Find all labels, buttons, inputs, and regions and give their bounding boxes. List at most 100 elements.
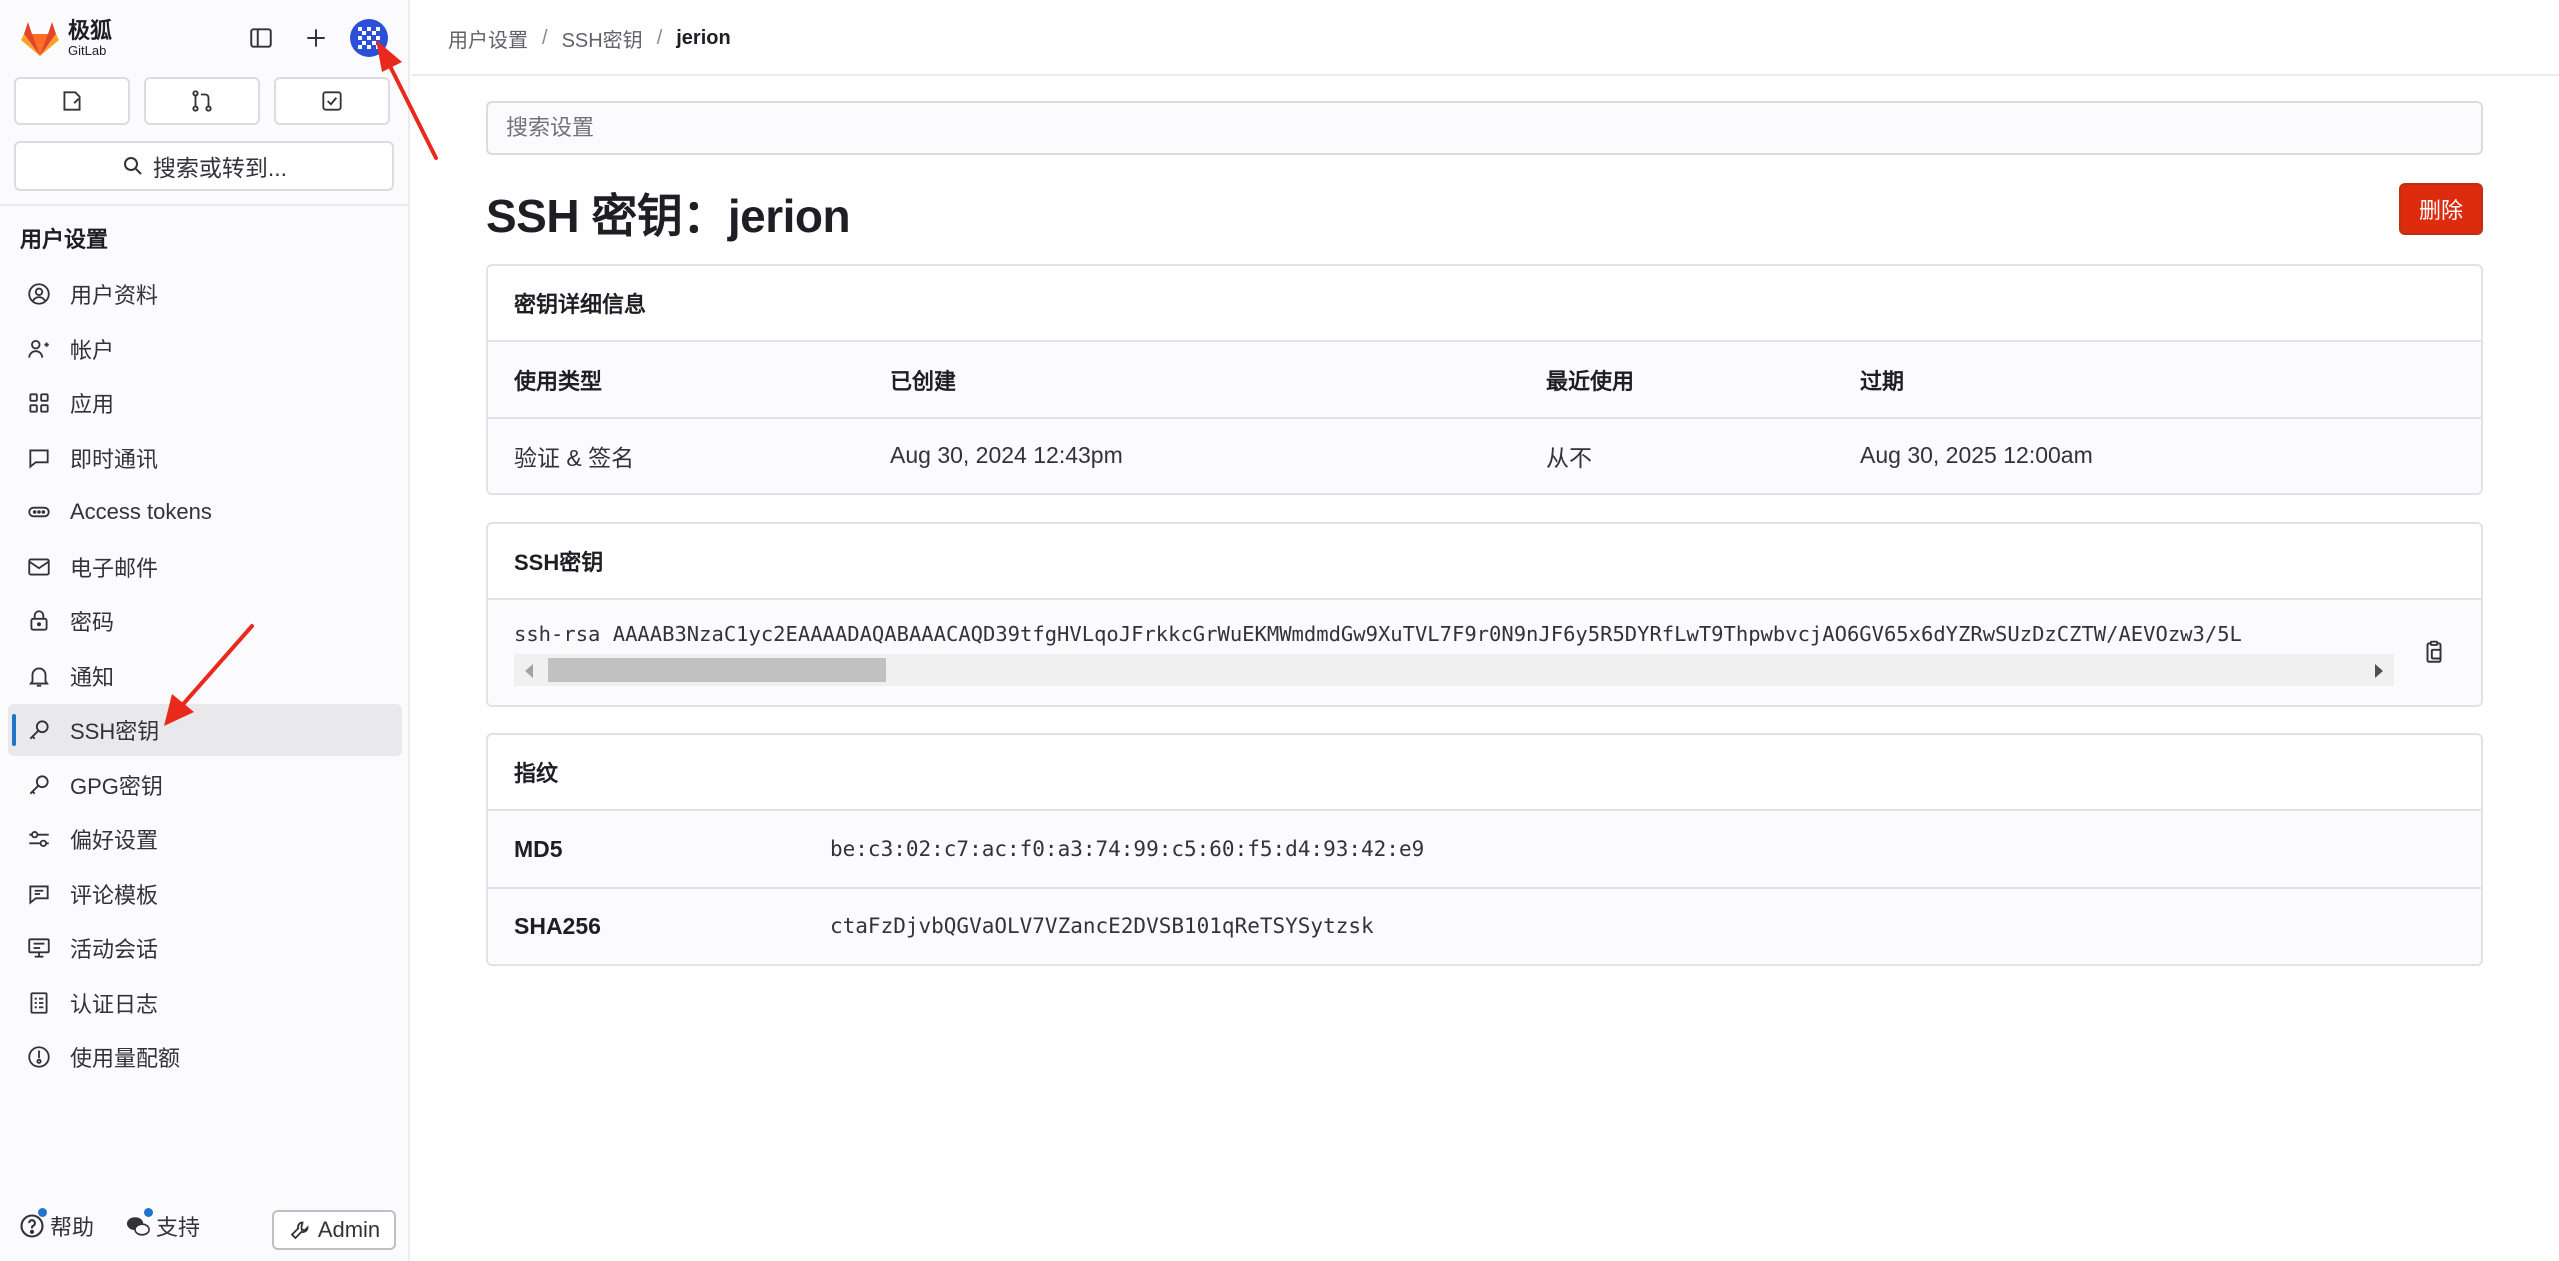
todo-list-button[interactable] [274,77,390,125]
admin-label: Admin [317,1217,381,1242]
sidebar-item-chat[interactable]: 即时通讯 [8,432,402,484]
sidebar-item-comment-templates[interactable]: 评论模板 [8,868,402,920]
sidebar-item-label: 认证日志 [70,991,159,1017]
monitor-icon [28,938,50,958]
help-label: 帮助 [50,1215,95,1240]
admin-area-button[interactable]: Admin [272,1210,396,1250]
fingerprint-value: ctaFzDjvbQGVaOLV7VZancE2DVSB101qReTSYSyt… [830,914,1374,938]
support-notification-dot [144,1208,154,1217]
help-button[interactable]: 帮助 [18,1208,95,1242]
copy-ssh-key-button[interactable] [2416,634,2452,670]
key-icon [29,720,49,740]
sidebar-item-label: 活动会话 [70,937,159,962]
page-title: SSH 密钥：jerion [486,190,851,242]
sidebar-item-usage-quotas[interactable]: 使用量配额 [8,1031,402,1083]
avatar-icon [350,19,388,57]
table-header-row: 使用类型 已创建 最近使用 过期 [488,342,2481,419]
table-row: MD5 be:c3:02:c7:ac:f0:a3:74:99:c5:60:f5:… [488,811,2481,887]
breadcrumb-separator: / [542,27,548,49]
search-or-go-to-button[interactable]: 搜索或转到... [14,141,394,191]
search-settings-input[interactable] [486,101,2483,155]
plus-icon [307,29,325,47]
key-details-card: 密钥详细信息 使用类型 已创建 最近使用 过期 验证 & 签名 Aug 30, … [486,264,2483,495]
breadcrumb-current[interactable]: jerion [676,27,730,50]
settings-nav: 用户资料 帐户 应用 即时通讯 Access tokens 电子邮件 密码 通知… [8,268,402,1086]
key-icon [29,774,49,794]
create-new-button[interactable] [298,20,334,56]
column-header: 过期 [1834,342,2481,419]
column-header: 最近使用 [1520,342,1834,419]
sidebar-item-label: 密码 [70,610,115,635]
table-row: SHA256 ctaFzDjvbQGVaOLV7VZancE2DVSB101qR… [488,887,2481,963]
sidebar-item-access-tokens[interactable]: Access tokens [8,486,402,538]
breadcrumb-user-settings[interactable]: 用户设置 [448,24,528,53]
breadcrumb-separator: / [656,27,663,49]
applications-icon [29,393,49,413]
help-notification-dot [38,1208,47,1217]
sidebar-item-label: GPG密钥 [70,773,163,799]
fingerprint-label: SHA256 [514,912,601,939]
key-details-header: 密钥详细信息 [488,266,2481,342]
logo-subtext: GitLab [68,42,107,58]
ssh-key-header: SSH密钥 [488,524,2481,600]
sidebar-item-emails[interactable]: 电子邮件 [8,541,402,593]
table-row: 验证 & 签名 Aug 30, 2024 12:43pm 从不 Aug 30, … [488,418,2481,492]
sidebar-item-applications[interactable]: 应用 [8,377,402,429]
sidebar-item-notifications[interactable]: 通知 [8,650,402,702]
sidebar-item-label: SSH密钥 [70,719,160,744]
sidebar-item-label: 使用量配额 [70,1046,181,1071]
breadcrumb: 用户设置 / SSH密钥 / jerion [448,24,731,53]
merge-requests-button[interactable] [144,77,260,125]
copy-clipboard-icon [2426,640,2442,663]
account-icon [28,339,49,358]
sidebar-item-account[interactable]: 帐户 [8,323,402,375]
gitlab-logo[interactable]: 极狐 GitLab [18,16,112,60]
sidebar-item-label: 用户资料 [70,283,159,308]
sidebar-item-ssh-keys[interactable]: SSH密钥 [8,704,402,756]
created-cell: Aug 30, 2024 12:43pm [864,418,1520,492]
mail-icon [28,557,50,576]
scrollbar-thumb[interactable] [548,658,886,682]
sidebar-divider [0,204,410,206]
scroll-right-arrow-icon[interactable] [2375,664,2383,678]
fingerprint-label: MD5 [514,835,563,862]
sidebar-item-label: 应用 [70,392,115,417]
tanuki-logo-icon [21,22,59,56]
search-button-label: 搜索或转到... [152,155,288,181]
support-button[interactable]: 支持 [124,1208,201,1242]
sidebar-item-label: 电子邮件 [70,555,159,581]
sidebar-item-auth-log[interactable]: 认证日志 [8,977,402,1029]
usage-type-cell: 验证 & 签名 [488,418,864,492]
key-details-table: 使用类型 已创建 最近使用 过期 验证 & 签名 Aug 30, 2024 12… [488,342,2481,492]
scroll-left-arrow-icon[interactable] [525,664,533,678]
expires-cell: Aug 30, 2025 12:00am [1834,418,2481,492]
sidebar-item-preferences[interactable]: 偏好设置 [8,813,402,865]
fingerprint-value: be:c3:02:c7:ac:f0:a3:74:99:c5:60:f5:d4:9… [830,837,1425,861]
horizontal-scrollbar[interactable] [514,654,2394,686]
column-header: 使用类型 [488,342,864,419]
profile-icon [28,283,50,305]
delete-button[interactable]: 删除 [2399,183,2483,235]
sidebar-item-password[interactable]: 密码 [8,595,402,647]
quota-icon [28,1046,50,1068]
issues-icon [63,91,81,111]
sidebar-item-label: Access tokens [70,499,212,524]
toggle-sidebar-button[interactable] [243,20,279,56]
fingerprints-card: 指纹 MD5 be:c3:02:c7:ac:f0:a3:74:99:c5:60:… [486,733,2483,966]
assigned-issues-button[interactable] [14,77,130,125]
fingerprints-header: 指纹 [488,735,2481,811]
sidebar-item-gpg-keys[interactable]: GPG密钥 [8,759,402,811]
user-avatar[interactable] [349,18,389,58]
token-icon [28,506,50,518]
sidebar-item-active-sessions[interactable]: 活动会话 [8,922,402,974]
logo-text: 极狐 [68,17,113,43]
breadcrumb-ssh-keys[interactable]: SSH密钥 [562,24,643,53]
support-label: 支持 [156,1215,201,1240]
sidebar-toggle-icon [250,28,272,48]
sidebar-item-profile[interactable]: 用户资料 [8,268,402,320]
sidebar-item-label: 偏好设置 [70,828,159,853]
log-icon [30,991,48,1014]
sidebar-item-label: 通知 [70,664,115,690]
ssh-key-value[interactable]: ssh-rsa AAAAB3NzaC1yc2EAAAADAQABAAACAQD3… [514,622,2380,646]
merge-request-icon [192,90,212,112]
